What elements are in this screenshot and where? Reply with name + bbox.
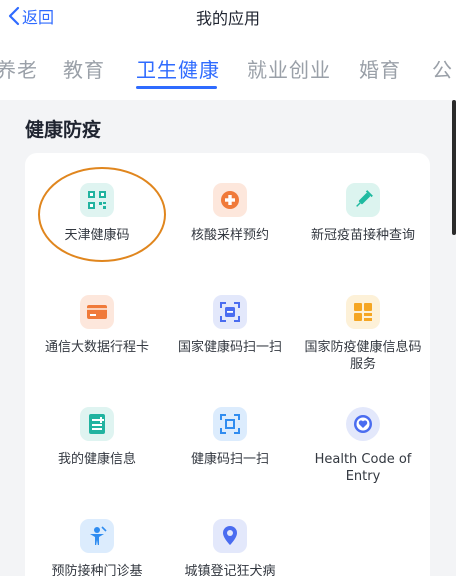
tab-employment[interactable]: 就业创业 xyxy=(247,54,331,83)
app-label: 预防接种门诊基 xyxy=(51,564,143,576)
tab-elderly-care[interactable]: 养老 xyxy=(0,54,38,83)
section-title: 健康防疫 xyxy=(25,119,102,141)
tab-public[interactable]: 公 xyxy=(432,54,453,83)
app-label: 国家健康码扫一扫 xyxy=(177,340,282,355)
apps-card: 天津健康码 核酸采样预约 新冠疫苗接种查询 通信大数据行程卡 国家健康码扫一扫 … xyxy=(25,153,430,576)
app-travel-card[interactable]: 通信大数据行程卡 xyxy=(30,295,164,356)
app-national-epidemic-code[interactable]: 国家防疫健康信息码服务 xyxy=(296,295,430,373)
health-record-icon xyxy=(80,407,114,441)
app-rabies-registration[interactable]: 城镇登记狂犬病 xyxy=(163,519,297,576)
app-health-code-scan[interactable]: 健康码扫一扫 xyxy=(163,407,297,468)
app-health-code-of-entry[interactable]: Health Code of Entry xyxy=(296,407,430,485)
scan-icon xyxy=(213,295,247,329)
app-nucleic-acid-appointment[interactable]: 核酸采样预约 xyxy=(163,183,297,244)
navigation-bar: 返回 我的应用 xyxy=(0,0,456,36)
app-vaccine-query[interactable]: 新冠疫苗接种查询 xyxy=(296,183,430,244)
app-label: 健康码扫一扫 xyxy=(190,452,269,467)
scrollbar[interactable] xyxy=(452,100,456,235)
app-national-health-code-scan[interactable]: 国家健康码扫一扫 xyxy=(163,295,297,356)
medical-cross-icon xyxy=(213,183,247,217)
tab-education[interactable]: 教育 xyxy=(63,54,105,83)
heart-badge-icon xyxy=(346,407,380,441)
app-vaccination-clinic[interactable]: 预防接种门诊基 xyxy=(30,519,164,576)
card-icon xyxy=(80,295,114,329)
qr-code-icon xyxy=(80,183,114,217)
location-pin-icon xyxy=(213,519,247,553)
app-label: 新冠疫苗接种查询 xyxy=(310,228,415,243)
tab-health[interactable]: 卫生健康 xyxy=(136,54,220,83)
app-label: 城镇登记狂犬病 xyxy=(184,564,276,576)
app-label: 我的健康信息 xyxy=(57,452,136,467)
app-tianjin-health-code[interactable]: 天津健康码 xyxy=(30,183,164,244)
app-label: 通信大数据行程卡 xyxy=(44,340,149,355)
grid-code-icon xyxy=(346,295,380,329)
app-my-health-info[interactable]: 我的健康信息 xyxy=(30,407,164,468)
app-label: 核酸采样预约 xyxy=(190,228,269,243)
page-title: 我的应用 xyxy=(195,9,260,28)
tab-marriage-birth[interactable]: 婚育 xyxy=(359,54,401,83)
app-label: 国家防疫健康信息码服务 xyxy=(304,340,422,372)
scan-frame-icon xyxy=(213,407,247,441)
syringe-icon xyxy=(346,183,380,217)
app-label: 天津健康码 xyxy=(64,228,130,243)
vaccination-person-icon xyxy=(80,519,114,553)
active-tab-indicator xyxy=(136,86,217,89)
category-tabs: 养老 教育 卫生健康 就业创业 婚育 公 xyxy=(0,36,456,100)
app-screen: 返回 我的应用 养老 教育 卫生健康 就业创业 婚育 公 健康防疫 天津健康码 … xyxy=(0,0,456,576)
app-label: Health Code of Entry xyxy=(314,452,412,484)
